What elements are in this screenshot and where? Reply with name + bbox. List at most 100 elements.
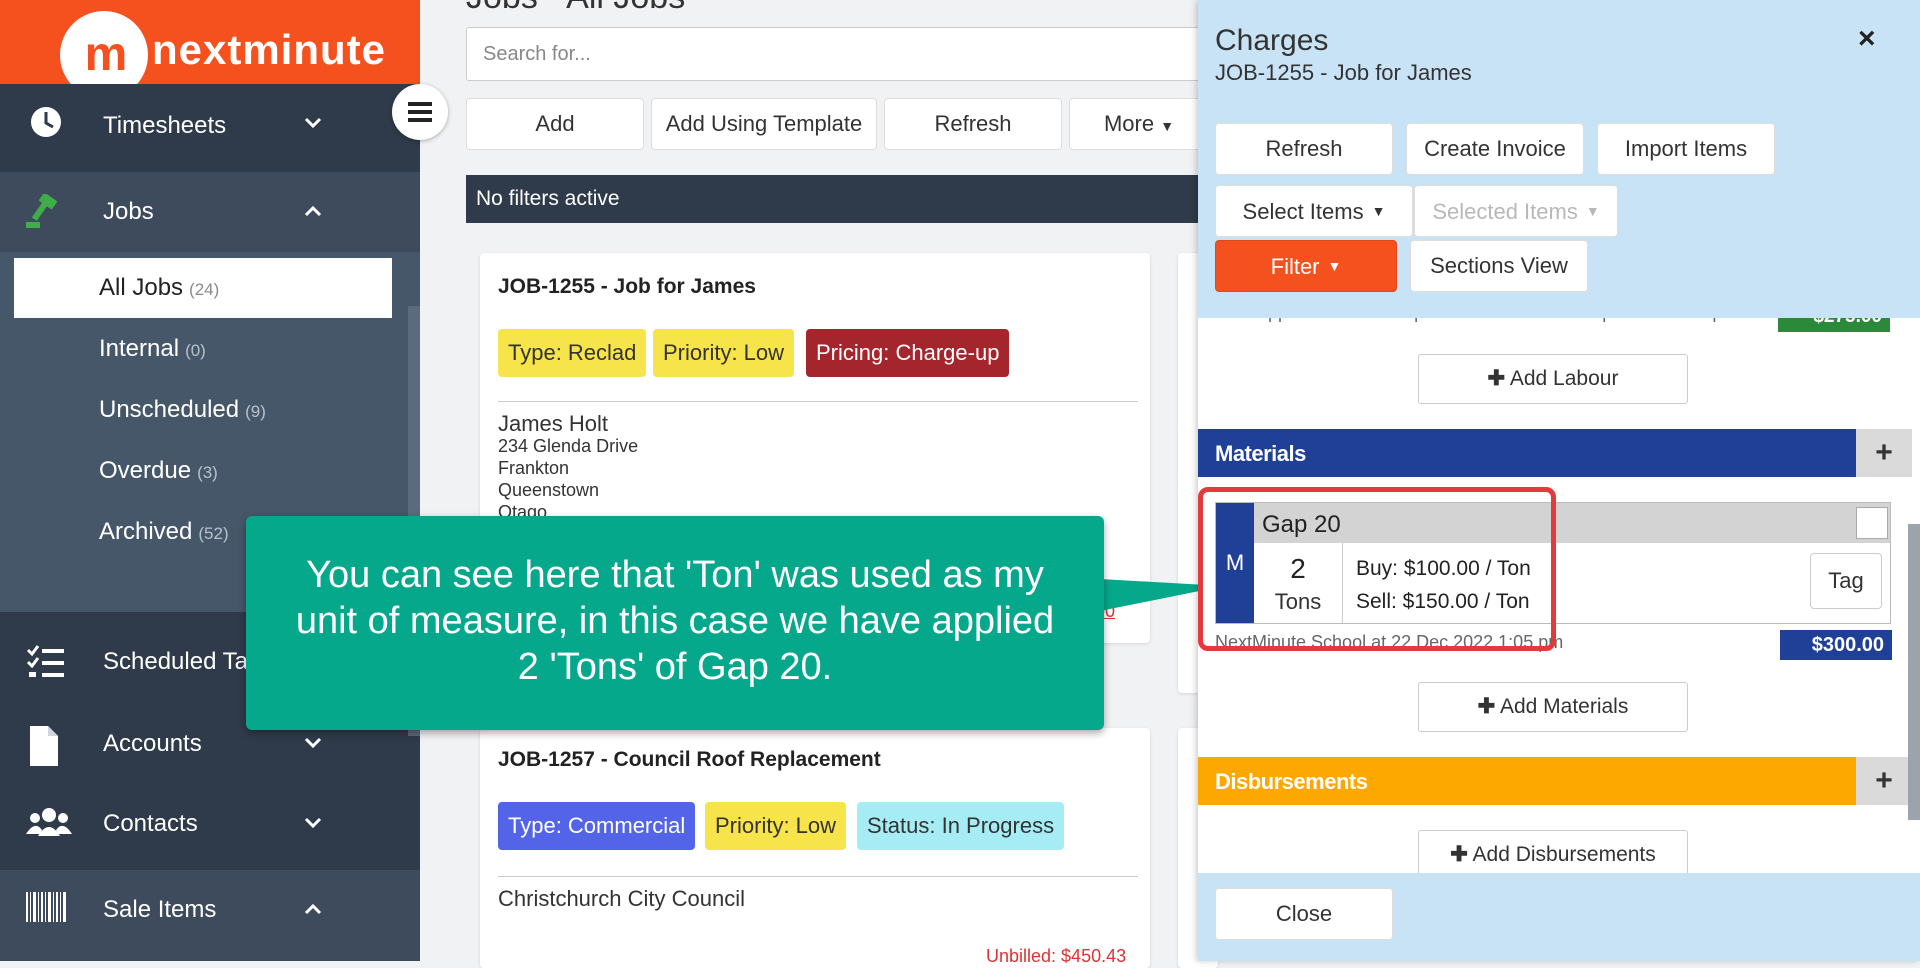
sidebar-item-jobs[interactable]: Jobs [0, 172, 420, 252]
material-select-checkbox[interactable] [1856, 507, 1888, 539]
submenu-count: (3) [197, 463, 218, 482]
submenu-label: Archived (52) [99, 518, 229, 546]
materials-label: Materials [1215, 441, 1306, 466]
job-card-title[interactable]: JOB-1257 - Council Roof Replacement [498, 748, 881, 772]
select-items-dropdown[interactable]: Select Items ▼ [1215, 185, 1413, 237]
submenu-label: Overdue (3) [99, 457, 218, 485]
add-job-button[interactable]: Add [466, 98, 644, 150]
panel-footer: Close [1198, 873, 1920, 961]
submenu-count: (52) [198, 524, 229, 543]
brand-name: nextminute [152, 26, 387, 73]
charges-panel: Charges JOB-1255 - Job for James × Refre… [1198, 0, 1920, 961]
checklist-icon [26, 644, 66, 680]
address-line: 234 Glenda Drive [498, 436, 639, 456]
document-icon [26, 726, 66, 766]
job-card-title[interactable]: JOB-1255 - Job for James [498, 275, 756, 299]
sections-view-button[interactable]: Sections View [1410, 240, 1588, 292]
add-using-template-button[interactable]: Add Using Template [651, 98, 877, 150]
sidebar-label-scheduled-tasks: Scheduled Tas [103, 648, 261, 675]
filters-bar[interactable]: No filters active [466, 175, 1226, 223]
submenu-count: (9) [245, 402, 266, 421]
submenu-unscheduled[interactable]: Unscheduled (9) [14, 380, 392, 440]
disbursements-section-header: Disbursements + [1198, 757, 1912, 805]
panel-header: Charges JOB-1255 - Job for James × Refre… [1198, 0, 1920, 318]
chevron-up-icon [302, 200, 324, 222]
import-items-button[interactable]: Import Items [1597, 123, 1775, 175]
pricing-tag: Pricing: Charge-up [806, 329, 1010, 377]
add-disbursement-plus-button[interactable]: + [1856, 757, 1912, 805]
barcode-icon [26, 892, 66, 928]
submenu-label: All Jobs (24) [99, 274, 219, 302]
divider [498, 876, 1138, 877]
refresh-jobs-button[interactable]: Refresh [884, 98, 1062, 150]
type-tag: Type: Commercial [498, 802, 696, 850]
caret-down-icon: ▼ [1371, 203, 1386, 219]
panel-subtitle: JOB-1255 - Job for James [1215, 60, 1472, 85]
contact-name: James Holt [498, 411, 609, 436]
add-material-plus-button[interactable]: + [1856, 429, 1912, 477]
sidebar-item-contacts[interactable]: Contacts [0, 784, 420, 864]
contact-name: Christchurch City Council [498, 886, 745, 911]
sidebar: m nextminute Timesheets Jobs All Jobs (24… [0, 0, 420, 961]
search-input[interactable] [466, 27, 1226, 81]
job-card[interactable]: JOB-1257 - Council Roof Replacement Type… [480, 728, 1150, 968]
caret-down-icon: ▼ [1585, 203, 1600, 219]
submenu-internal[interactable]: Internal (0) [14, 319, 392, 379]
chevron-up-icon [302, 898, 324, 920]
sidebar-label-contacts: Contacts [103, 810, 198, 837]
clock-icon [26, 106, 66, 142]
selected-items-dropdown[interactable]: Selected Items ▼ [1414, 185, 1618, 237]
plus-icon: ✚ [1477, 695, 1496, 718]
users-icon [26, 806, 72, 842]
close-button[interactable]: Close [1215, 888, 1393, 940]
add-disbursements-label: Add Disbursements [1472, 843, 1656, 866]
more-dropdown-button[interactable]: More ▼ [1069, 98, 1209, 150]
menu-toggle-button[interactable] [392, 84, 448, 140]
callout-text: You can see here that 'Ton' was used as … [295, 554, 1055, 688]
address-line: Queenstown [498, 480, 600, 500]
job-address: James Holt 234 Glenda Drive Frankton Que… [498, 413, 638, 523]
submenu-label: Internal (0) [99, 335, 206, 363]
filters-status: No filters active [476, 187, 620, 210]
hamburger-icon [408, 102, 432, 122]
type-tag: Type: Reclad [498, 329, 647, 377]
sidebar-item-timesheets[interactable]: Timesheets [0, 84, 420, 170]
submenu-all-jobs[interactable]: All Jobs (24) [14, 258, 392, 318]
sidebar-item-sale-items[interactable]: Sale Items [0, 870, 420, 961]
submenu-overdue[interactable]: Overdue (3) [14, 441, 392, 501]
unbilled-amount: Unbilled: $450.43 [986, 946, 1127, 966]
selected-items-label: Selected Items [1432, 199, 1578, 224]
select-items-label: Select Items [1242, 199, 1364, 224]
more-label: More [1103, 111, 1155, 136]
add-labour-button[interactable]: ✚ Add Labour [1418, 354, 1688, 404]
disbursements-label: Disbursements [1215, 769, 1368, 794]
submenu-label-text: Unscheduled [99, 396, 240, 423]
address-line: Frankton [498, 458, 570, 478]
submenu-count: (24) [189, 280, 220, 299]
status-tag: Status: In Progress [857, 802, 1065, 850]
sidebar-label-jobs: Jobs [103, 198, 154, 225]
create-invoice-button[interactable]: Create Invoice [1406, 123, 1584, 175]
submenu-label-text: Overdue [99, 457, 192, 484]
close-icon[interactable]: × [1858, 22, 1876, 56]
divider [498, 401, 1138, 402]
tag-button[interactable]: Tag [1810, 553, 1882, 609]
tutorial-callout: You can see here that 'Ton' was used as … [246, 516, 1104, 730]
chevron-down-icon [302, 112, 324, 134]
add-materials-button[interactable]: ✚ Add Materials [1418, 682, 1688, 732]
sidebar-label-sale-items: Sale Items [103, 896, 217, 923]
gavel-icon [26, 192, 66, 230]
caret-down-icon: ▼ [1160, 118, 1175, 134]
refresh-charges-button[interactable]: Refresh [1215, 123, 1393, 175]
material-amount-badge: $300.00 [1780, 630, 1892, 660]
submenu-label-text: Internal [99, 335, 180, 362]
submenu-count: (0) [185, 341, 206, 360]
caret-down-icon: ▼ [1327, 258, 1342, 274]
plus-icon: ✚ [1487, 367, 1506, 390]
priority-tag: Priority: Low [705, 802, 847, 850]
panel-scrollbar[interactable] [1908, 524, 1920, 820]
page-title: Jobs - All Jobs [466, 0, 685, 17]
filter-dropdown-button[interactable]: Filter ▼ [1215, 240, 1397, 292]
chevron-down-icon [302, 732, 324, 754]
chevron-down-icon [302, 812, 324, 834]
